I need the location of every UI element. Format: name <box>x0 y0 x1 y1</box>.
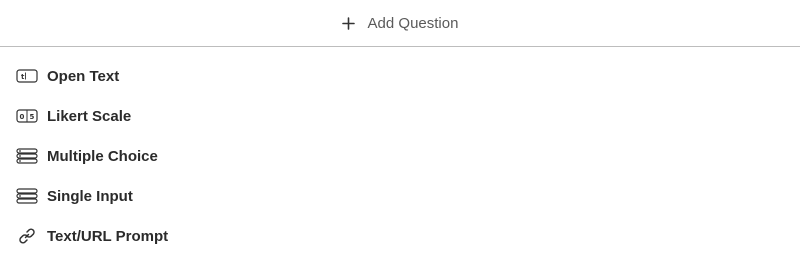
menu-item-multiple-choice[interactable]: Multiple Choice <box>0 136 800 176</box>
likert-scale-icon: 0 5 <box>16 105 38 127</box>
open-text-icon: t <box>16 65 38 87</box>
svg-text:0: 0 <box>20 113 25 121</box>
link-icon <box>16 225 38 247</box>
plus-icon <box>342 16 356 30</box>
question-type-menu: t Open Text 0 5 Likert Scale Multiple Ch… <box>0 56 800 256</box>
menu-item-label: Multiple Choice <box>47 147 158 165</box>
svg-text:5: 5 <box>30 113 35 121</box>
svg-text:t: t <box>21 73 25 81</box>
divider <box>0 46 800 47</box>
multiple-choice-icon <box>16 145 38 167</box>
menu-item-label: Single Input <box>47 187 133 205</box>
menu-item-open-text[interactable]: t Open Text <box>0 56 800 96</box>
add-question-button[interactable]: Add Question <box>0 0 800 46</box>
menu-item-text-url-prompt[interactable]: Text/URL Prompt <box>0 216 800 256</box>
single-input-icon <box>16 185 38 207</box>
menu-item-label: Text/URL Prompt <box>47 227 169 245</box>
menu-item-label: Likert Scale <box>47 107 132 125</box>
menu-item-likert-scale[interactable]: 0 5 Likert Scale <box>0 96 800 136</box>
menu-item-label: Open Text <box>47 67 120 85</box>
add-question-label: Add Question <box>367 14 459 32</box>
menu-item-single-input[interactable]: Single Input <box>0 176 800 216</box>
